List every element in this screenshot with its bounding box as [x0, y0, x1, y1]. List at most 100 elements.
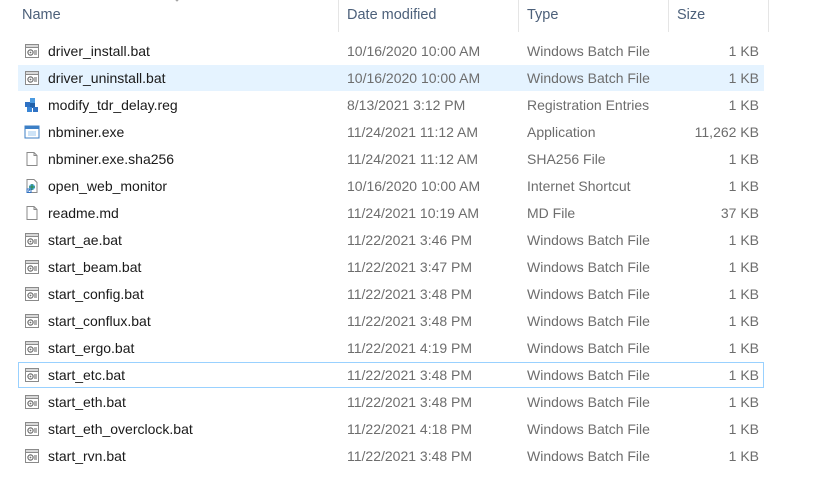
column-header-type[interactable]: Type [527, 0, 558, 32]
file-row[interactable]: start_eth.bat 11/22/2021 3:48 PM Windows B… [18, 389, 764, 415]
file-date-modified: 11/22/2021 3:48 PM [347, 286, 473, 302]
batch-file-icon [25, 341, 39, 355]
file-size: 11,262 KB [694, 124, 759, 140]
file-date-modified: 8/13/2021 3:12 PM [347, 97, 466, 113]
file-size: 1 KB [728, 259, 759, 275]
file-type: Windows Batch File [527, 448, 650, 464]
file-size: 1 KB [728, 367, 759, 383]
file-type: Application [527, 124, 596, 140]
file-type: Internet Shortcut [527, 178, 631, 194]
batch-file-icon [25, 233, 39, 247]
file-size: 1 KB [728, 421, 759, 437]
column-header-size[interactable]: Size [677, 0, 705, 32]
column-divider[interactable] [338, 0, 339, 32]
batch-file-icon [25, 44, 39, 58]
file-date-modified: 11/22/2021 3:48 PM [347, 367, 473, 383]
file-row[interactable]: start_conflux.bat 11/22/2021 3:48 PM Windo… [18, 308, 764, 334]
batch-file-icon [25, 422, 39, 436]
file-row[interactable]: readme.md 11/24/2021 10:19 AM MD File 37 KB [18, 200, 764, 226]
generic-file-icon [26, 152, 38, 166]
file-type: Windows Batch File [527, 394, 650, 410]
file-name[interactable]: start_ae.bat [48, 228, 122, 252]
file-name[interactable]: driver_uninstall.bat [48, 66, 166, 90]
file-type: Windows Batch File [527, 259, 650, 275]
file-type: Windows Batch File [527, 421, 650, 437]
file-type: Windows Batch File [527, 43, 650, 59]
file-date-modified: 11/24/2021 11:12 AM [347, 151, 479, 167]
batch-file-icon [25, 449, 39, 463]
file-type: SHA256 File [527, 151, 606, 167]
column-divider[interactable] [668, 0, 669, 32]
file-row[interactable]: modify_tdr_delay.reg 8/13/2021 3:12 PM Reg… [18, 92, 764, 118]
column-header-date-modified[interactable]: Date modified [347, 0, 436, 32]
file-size: 1 KB [728, 178, 759, 194]
generic-file-icon [26, 206, 38, 220]
file-date-modified: 10/16/2020 10:00 AM [347, 178, 481, 194]
file-type: Windows Batch File [527, 286, 650, 302]
application-icon [24, 125, 40, 139]
column-divider[interactable] [518, 0, 519, 32]
file-date-modified: 11/24/2021 11:12 AM [347, 124, 479, 140]
file-date-modified: 11/22/2021 3:48 PM [347, 313, 473, 329]
file-size: 1 KB [728, 448, 759, 464]
column-header-name[interactable]: Name [22, 0, 61, 32]
file-name[interactable]: start_eth.bat [48, 390, 126, 414]
column-divider[interactable] [768, 0, 769, 32]
batch-file-icon [25, 287, 39, 301]
file-size: 1 KB [728, 313, 759, 329]
file-size: 1 KB [728, 232, 759, 248]
batch-file-icon [25, 314, 39, 328]
file-name[interactable]: start_config.bat [48, 282, 144, 306]
batch-file-icon [25, 395, 39, 409]
file-size: 1 KB [728, 43, 759, 59]
file-name[interactable]: start_eth_overclock.bat [48, 417, 193, 441]
file-row[interactable]: driver_uninstall.bat 10/16/2020 10:00 AM W… [18, 65, 764, 91]
file-type: Registration Entries [527, 97, 650, 113]
file-size: 37 KB [720, 205, 759, 221]
file-date-modified: 10/16/2020 10:00 AM [347, 70, 481, 86]
file-type: Windows Batch File [527, 367, 650, 383]
file-size: 1 KB [728, 340, 759, 356]
batch-file-icon [25, 368, 39, 382]
file-name[interactable]: start_beam.bat [48, 255, 141, 279]
file-type: Windows Batch File [527, 70, 650, 86]
batch-file-icon [25, 260, 39, 274]
file-row[interactable]: start_eth_overclock.bat 11/22/2021 4:18 P… [18, 416, 764, 442]
file-name[interactable]: start_rvn.bat [48, 444, 126, 468]
file-type: Windows Batch File [527, 232, 650, 248]
file-name[interactable]: driver_install.bat [48, 39, 150, 63]
sort-arrow-icon [175, 0, 179, 2]
batch-file-icon [25, 71, 39, 85]
file-date-modified: 10/16/2020 10:00 AM [347, 43, 481, 59]
file-size: 1 KB [728, 97, 759, 113]
file-row[interactable]: driver_install.bat 10/16/2020 10:00 AM Win… [18, 38, 764, 64]
file-size: 1 KB [728, 286, 759, 302]
file-row[interactable]: start_etc.bat 11/22/2021 3:48 PM Windows B… [18, 362, 764, 388]
file-row[interactable]: start_ergo.bat 11/22/2021 4:19 PM Windows … [18, 335, 764, 361]
file-row[interactable]: start_ae.bat 11/22/2021 3:46 PM Windows Ba… [18, 227, 764, 253]
file-row[interactable]: nbminer.exe.sha256 11/24/2021 11:12 AM SHA… [18, 146, 764, 172]
file-name[interactable]: start_ergo.bat [48, 336, 134, 360]
file-row[interactable]: start_config.bat 11/22/2021 3:48 PM Window… [18, 281, 764, 307]
file-name[interactable]: start_etc.bat [48, 363, 125, 387]
registry-file-icon [25, 98, 38, 112]
file-type: Windows Batch File [527, 313, 650, 329]
file-name[interactable]: nbminer.exe.sha256 [48, 147, 174, 171]
file-type: Windows Batch File [527, 340, 650, 356]
file-row[interactable]: start_beam.bat 11/22/2021 3:47 PM Windows … [18, 254, 764, 280]
file-row[interactable]: nbminer.exe 11/24/2021 11:12 AM Applicatio… [18, 119, 764, 145]
file-name[interactable]: open_web_monitor [48, 174, 167, 198]
file-date-modified: 11/22/2021 3:48 PM [347, 394, 473, 410]
file-row[interactable]: open_web_monitor 10/16/2020 10:00 AM Inter… [18, 173, 764, 199]
file-date-modified: 11/22/2021 3:48 PM [347, 448, 473, 464]
file-name[interactable]: modify_tdr_delay.reg [48, 93, 178, 117]
file-size: 1 KB [728, 394, 759, 410]
file-date-modified: 11/22/2021 3:46 PM [347, 232, 473, 248]
file-name[interactable]: start_conflux.bat [48, 309, 151, 333]
file-name[interactable]: nbminer.exe [48, 120, 124, 144]
file-row[interactable]: start_rvn.bat 11/22/2021 3:48 PM Windows B… [18, 443, 764, 469]
file-name[interactable]: readme.md [48, 201, 119, 225]
file-type: MD File [527, 205, 576, 221]
file-size: 1 KB [728, 70, 759, 86]
file-size: 1 KB [728, 151, 759, 167]
